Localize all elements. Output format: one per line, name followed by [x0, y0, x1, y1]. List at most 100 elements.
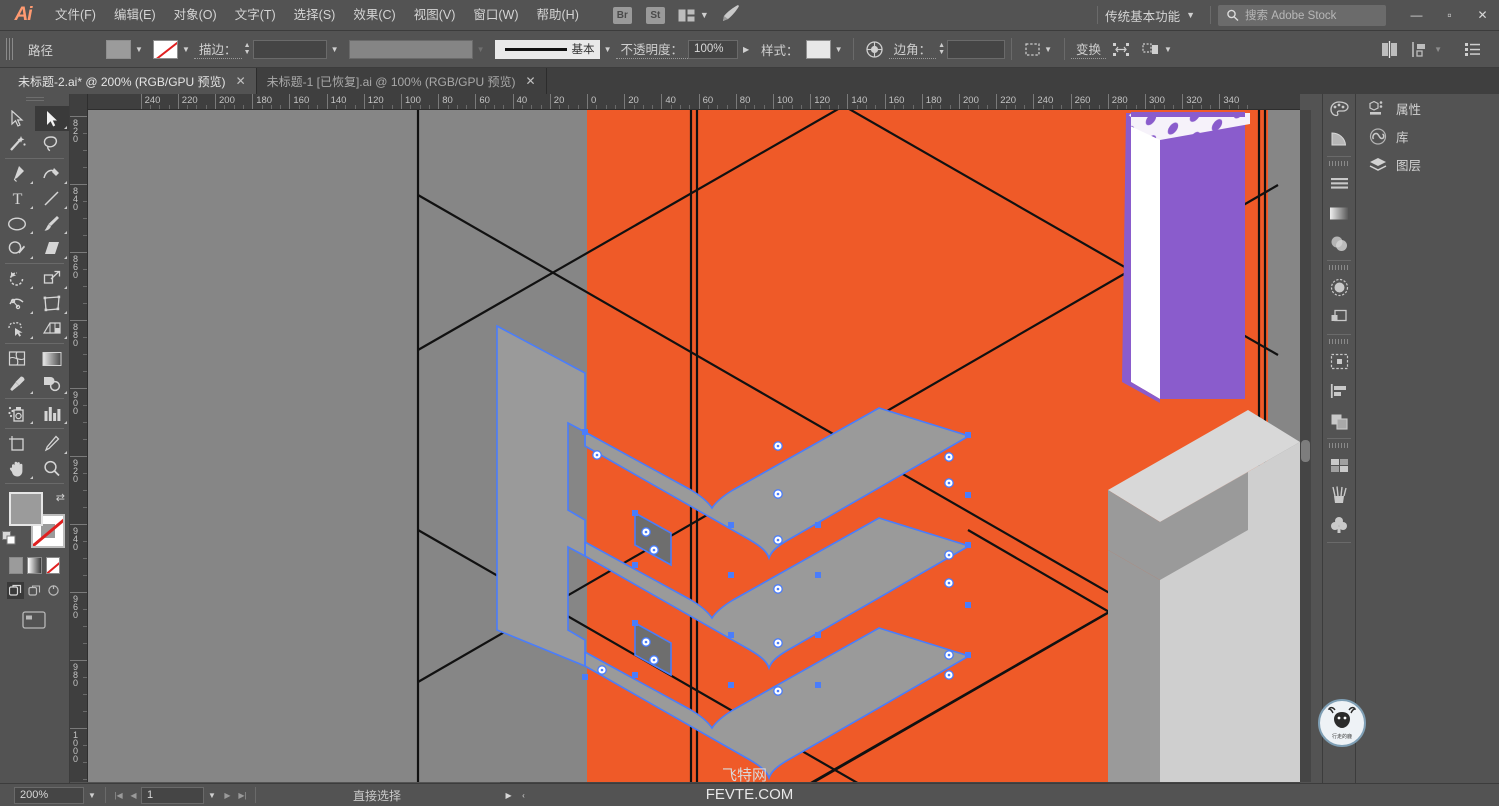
align-horizontal-button[interactable] — [1374, 40, 1405, 58]
stroke-weight-stepper[interactable]: ▲ ▼ — [242, 40, 253, 59]
fill-swatch[interactable] — [106, 39, 132, 59]
canvas-area[interactable] — [88, 110, 1300, 782]
recolor-artwork-button[interactable] — [860, 40, 889, 58]
gradient-button[interactable] — [27, 557, 42, 574]
slice-tool[interactable] — [35, 431, 70, 456]
status-menu-button[interactable]: ▶ — [501, 787, 516, 804]
document-tab-active[interactable]: 未标题-2.ai* @ 200% (RGB/GPU 预览) ✕ — [8, 68, 257, 94]
tools-panel-grip[interactable] — [0, 94, 69, 106]
stroke-weight-field[interactable] — [252, 39, 327, 59]
menu-select[interactable]: 选择(S) — [285, 0, 345, 31]
menu-object[interactable]: 对象(O) — [165, 0, 226, 31]
distribute-button[interactable]: ▼ — [1405, 41, 1448, 58]
full-screen-menubar-mode-button[interactable] — [26, 582, 43, 599]
symbol-sprayer-tool[interactable] — [0, 401, 35, 426]
stock-button[interactable]: St — [645, 6, 665, 24]
eraser-tool[interactable] — [35, 236, 70, 261]
artboard-number-field[interactable]: 1 — [141, 786, 204, 804]
pen-tool[interactable] — [0, 161, 35, 186]
zoom-tool[interactable] — [35, 456, 70, 481]
paintbrush-tool[interactable] — [35, 211, 70, 236]
stock-search-input[interactable]: 搜索 Adobe Stock — [1218, 4, 1386, 26]
blend-tool[interactable] — [35, 371, 70, 396]
ruler-origin-corner[interactable] — [70, 94, 88, 110]
direct-selection-tool[interactable] — [34, 106, 69, 131]
select-similar-button[interactable]: ▼ — [1018, 42, 1058, 57]
shaper-tool[interactable] — [0, 236, 35, 261]
corner-label[interactable]: 边角： — [888, 39, 937, 59]
bridge-button[interactable]: Br — [612, 6, 632, 24]
type-tool[interactable]: T — [0, 186, 35, 211]
last-artboard-button[interactable]: ▶| — [235, 787, 250, 804]
full-screen-mode-button[interactable] — [45, 582, 62, 599]
rotate-tool[interactable] — [0, 266, 35, 291]
normal-screen-mode-button[interactable] — [7, 582, 24, 599]
column-graph-tool[interactable] — [35, 401, 70, 426]
selection-tool[interactable] — [0, 106, 35, 131]
isolate-button[interactable] — [1106, 42, 1136, 57]
gradient-tool[interactable] — [35, 346, 70, 371]
menu-effect[interactable]: 效果(C) — [344, 0, 404, 31]
style-chevron-down-icon[interactable]: ▼ — [831, 40, 847, 59]
line-segment-tool[interactable] — [35, 186, 70, 211]
arrange-button[interactable]: ▼ — [1136, 42, 1178, 57]
ellipse-tool[interactable] — [0, 211, 35, 236]
artwork-svg[interactable] — [88, 110, 1300, 782]
control-bar-grip[interactable] — [6, 38, 13, 60]
chevron-down-icon[interactable]: ▼ — [1186, 10, 1195, 20]
artboard-tool[interactable] — [0, 431, 35, 456]
panel-properties[interactable]: 属性 — [1357, 94, 1499, 122]
pathfinder-panel-icon[interactable] — [1323, 406, 1355, 436]
brushes-panel-icon[interactable] — [1323, 480, 1355, 510]
menu-window[interactable]: 窗口(W) — [464, 0, 527, 31]
shape-builder-tool[interactable] — [0, 316, 35, 341]
toolbar-edit-button[interactable] — [22, 611, 69, 634]
lasso-tool[interactable] — [35, 131, 70, 156]
maximize-button[interactable]: ▫ — [1433, 0, 1466, 31]
corner-stepper[interactable]: ▲ ▼ — [936, 40, 947, 59]
color-button[interactable] — [9, 557, 24, 574]
stroke-profile-field[interactable]: 基本 — [494, 39, 600, 59]
corner-field[interactable] — [947, 39, 1006, 59]
stroke-swatch[interactable] — [153, 39, 179, 59]
zoom-level-field[interactable]: 200% — [14, 786, 84, 804]
arrange-documents-button[interactable]: ▼ — [678, 9, 709, 22]
menu-help[interactable]: 帮助(H) — [528, 0, 588, 31]
next-artboard-button[interactable]: ▶ — [220, 787, 235, 804]
panel-options-button[interactable] — [1458, 42, 1487, 56]
perspective-grid-tool[interactable] — [35, 316, 70, 341]
scale-tool[interactable] — [35, 266, 70, 291]
width-tool[interactable] — [0, 291, 35, 316]
menu-type[interactable]: 文字(T) — [226, 0, 285, 31]
menu-file[interactable]: 文件(F) — [46, 0, 105, 31]
fill-chevron-down-icon[interactable]: ▼ — [131, 40, 147, 59]
close-button[interactable]: ✕ — [1466, 0, 1499, 31]
align-panel-icon[interactable] — [1323, 376, 1355, 406]
close-icon[interactable]: ✕ — [236, 74, 246, 88]
curvature-tool[interactable] — [35, 161, 70, 186]
horizontal-ruler[interactable]: 240 220 200 180 160 140 120 100 80 60 40 20 0 20 40 60 8… — [70, 94, 1300, 110]
zoom-chevron-down-icon[interactable]: ▼ — [84, 786, 100, 805]
stroke-style-field[interactable] — [348, 39, 473, 59]
chevron-group[interactable] — [496, 324, 971, 781]
artboard-chevron-down-icon[interactable]: ▼ — [204, 786, 220, 805]
panel-layers[interactable]: 图层 — [1357, 150, 1499, 178]
vertical-ruler[interactable]: 820 840 860 880 900 920 940 960 980 1000 — [70, 110, 88, 782]
workspace-name[interactable]: 传统基本功能 — [1105, 6, 1186, 25]
stroke-weight-chevron-down-icon[interactable]: ▼ — [327, 40, 343, 59]
artboards-panel-icon[interactable] — [1323, 346, 1355, 376]
stroke-chevron-down-icon[interactable]: ▼ — [178, 40, 194, 59]
opacity-flyout-icon[interactable]: ▶ — [738, 40, 754, 59]
symbols-panel-icon[interactable] — [1323, 510, 1355, 540]
layers-panel-icon[interactable] — [1323, 302, 1355, 332]
color-guide-panel-icon[interactable] — [1323, 124, 1355, 154]
purple-box-shape[interactable] — [1122, 112, 1250, 403]
graphic-style-swatch[interactable] — [805, 39, 831, 59]
transform-button[interactable]: 变换 — [1071, 39, 1107, 59]
stroke-profile-chevron-down-icon[interactable]: ▼ — [600, 40, 616, 59]
color-panel-icon[interactable] — [1323, 94, 1355, 124]
status-resize-grip[interactable]: ‹ — [516, 787, 531, 804]
transparency-panel-icon[interactable] — [1323, 228, 1355, 258]
menu-view[interactable]: 视图(V) — [405, 0, 465, 31]
swap-fill-stroke-icon[interactable]: ⇄ — [56, 491, 65, 504]
